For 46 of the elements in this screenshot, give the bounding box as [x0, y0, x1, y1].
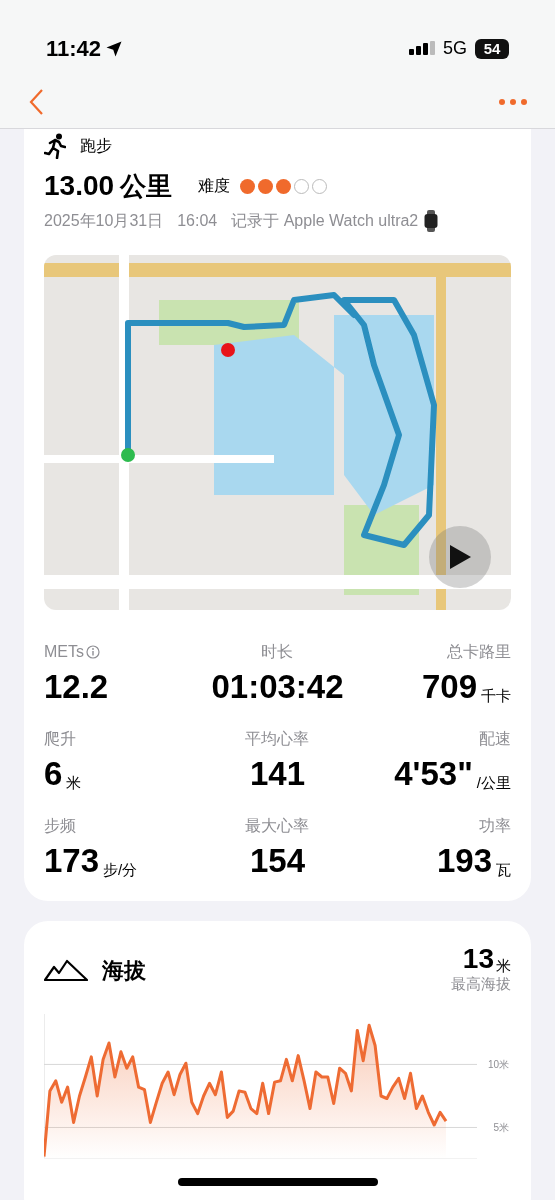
- stat-label: 时长: [261, 642, 294, 662]
- stat-label: 爬升: [44, 729, 76, 749]
- difficulty-label: 难度: [198, 176, 231, 196]
- stat-label: METs: [44, 642, 84, 662]
- axis-tick-label: 5米: [493, 1122, 509, 1133]
- play-icon: [448, 544, 472, 570]
- section-title: 海拔: [102, 956, 146, 985]
- stat-value: 193: [436, 844, 492, 877]
- stat-unit: 瓦: [496, 862, 511, 877]
- stat-unit: 步/分: [103, 862, 138, 877]
- stat-label: 功率: [479, 816, 511, 836]
- distance-unit: 公里: [120, 169, 173, 203]
- signal-icon: [409, 40, 435, 57]
- max-elevation-value: 13: [462, 945, 494, 973]
- stat-value: 709: [421, 670, 477, 703]
- network-label: 5G: [443, 37, 467, 60]
- axis-tick-label: 10米: [487, 1058, 509, 1070]
- stat-value: 4'53": [394, 757, 473, 790]
- workout-time: 16:04: [177, 211, 218, 231]
- workout-date: 2025年10月31日: [44, 211, 164, 231]
- stat-label: 配速: [479, 729, 511, 749]
- location-arrow-icon: [105, 39, 124, 58]
- stat-label: 最大心率: [245, 816, 310, 836]
- stat-unit: 千卡: [481, 688, 511, 703]
- watch-icon: [424, 210, 439, 232]
- stat-value: 173: [44, 844, 100, 877]
- workout-type: 跑步: [80, 136, 112, 156]
- stat-label: 总卡路里: [447, 642, 511, 662]
- stat-value: 12.2: [44, 670, 109, 703]
- stat-unit: 米: [66, 775, 82, 790]
- source-device: 记录于 Apple Watch ultra2: [231, 211, 419, 231]
- stat-unit: /公里: [476, 775, 511, 790]
- stat-value: 01:03:42: [211, 670, 344, 703]
- distance-value: 13.00: [44, 169, 115, 203]
- stat-label: 步频: [44, 816, 76, 836]
- info-icon[interactable]: [86, 645, 100, 659]
- stat-value: 141: [249, 757, 305, 790]
- battery-indicator: 54: [475, 38, 509, 59]
- clock-time: 11:42: [46, 35, 102, 63]
- stat-value: 154: [249, 844, 305, 877]
- max-elevation-label: 最高海拔: [451, 974, 511, 994]
- stat-value: 6: [44, 757, 63, 790]
- mountain-icon: [44, 959, 88, 982]
- max-elevation-unit: 米: [496, 958, 511, 973]
- runner-icon: [44, 133, 66, 159]
- stat-label: 平均心率: [245, 729, 310, 749]
